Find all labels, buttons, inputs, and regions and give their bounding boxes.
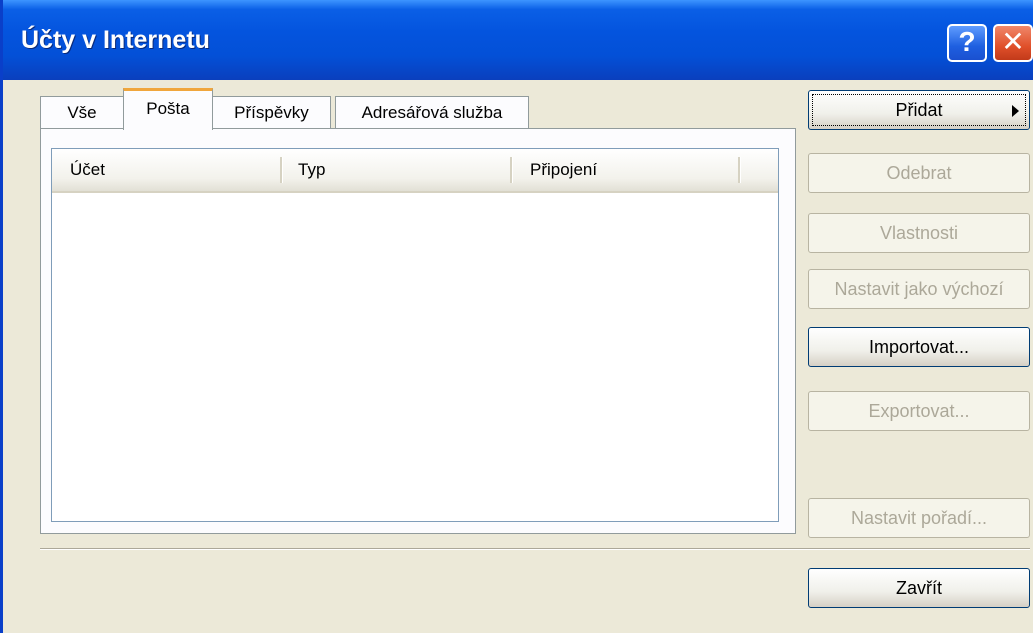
- set-order-button-label: Nastavit pořadí...: [850, 508, 988, 528]
- tab-news[interactable]: Příspěvky: [212, 96, 331, 129]
- import-button[interactable]: Importovat...: [808, 327, 1030, 367]
- tab-mail-label: Pošta: [146, 99, 190, 118]
- column-header-connection[interactable]: Připojení: [530, 149, 597, 189]
- close-window-button[interactable]: ✕: [993, 24, 1033, 62]
- accounts-list[interactable]: Účet Typ Připojení: [51, 148, 779, 522]
- import-button-label: Importovat...: [868, 337, 970, 357]
- list-header: Účet Typ Připojení: [52, 149, 778, 193]
- column-divider[interactable]: [280, 157, 283, 183]
- column-divider[interactable]: [510, 157, 513, 183]
- column-divider[interactable]: [738, 157, 741, 183]
- separator: [40, 548, 1030, 550]
- properties-button-label: Vlastnosti: [879, 223, 959, 243]
- tab-all-label: Vše: [67, 103, 97, 122]
- tab-all[interactable]: Vše: [40, 96, 124, 129]
- export-button-label: Exportovat...: [868, 401, 970, 421]
- column-header-account[interactable]: Účet: [70, 149, 105, 189]
- close-icon: ✕: [1001, 26, 1025, 57]
- remove-button[interactable]: Odebrat: [808, 153, 1030, 193]
- close-button-label: Zavřít: [895, 578, 942, 598]
- export-button[interactable]: Exportovat...: [808, 391, 1030, 431]
- help-icon: ?: [958, 26, 976, 57]
- set-order-button[interactable]: Nastavit pořadí...: [808, 498, 1030, 538]
- close-button[interactable]: Zavřít: [808, 568, 1030, 608]
- remove-button-label: Odebrat: [886, 163, 952, 183]
- submenu-arrow-icon: [1012, 105, 1019, 117]
- tab-news-label: Příspěvky: [234, 103, 309, 122]
- internet-accounts-dialog: Účty v Internetu ? ✕ Vše Pošta Příspěvky…: [0, 0, 1033, 633]
- help-button[interactable]: ?: [947, 24, 987, 62]
- focus-rectangle: [812, 94, 1026, 126]
- set-default-button[interactable]: Nastavit jako výchozí: [808, 269, 1030, 309]
- tab-directory-service-label: Adresářová služba: [361, 103, 503, 122]
- add-button[interactable]: Přidat: [808, 90, 1030, 130]
- properties-button[interactable]: Vlastnosti: [808, 213, 1030, 253]
- tab-mail[interactable]: Pošta: [123, 88, 213, 130]
- column-header-type[interactable]: Typ: [298, 149, 325, 189]
- tab-directory-service[interactable]: Adresářová služba: [335, 96, 529, 129]
- title-bar[interactable]: Účty v Internetu ? ✕: [3, 0, 1033, 80]
- set-default-button-label: Nastavit jako výchozí: [834, 279, 1004, 299]
- window-title: Účty v Internetu: [21, 26, 210, 54]
